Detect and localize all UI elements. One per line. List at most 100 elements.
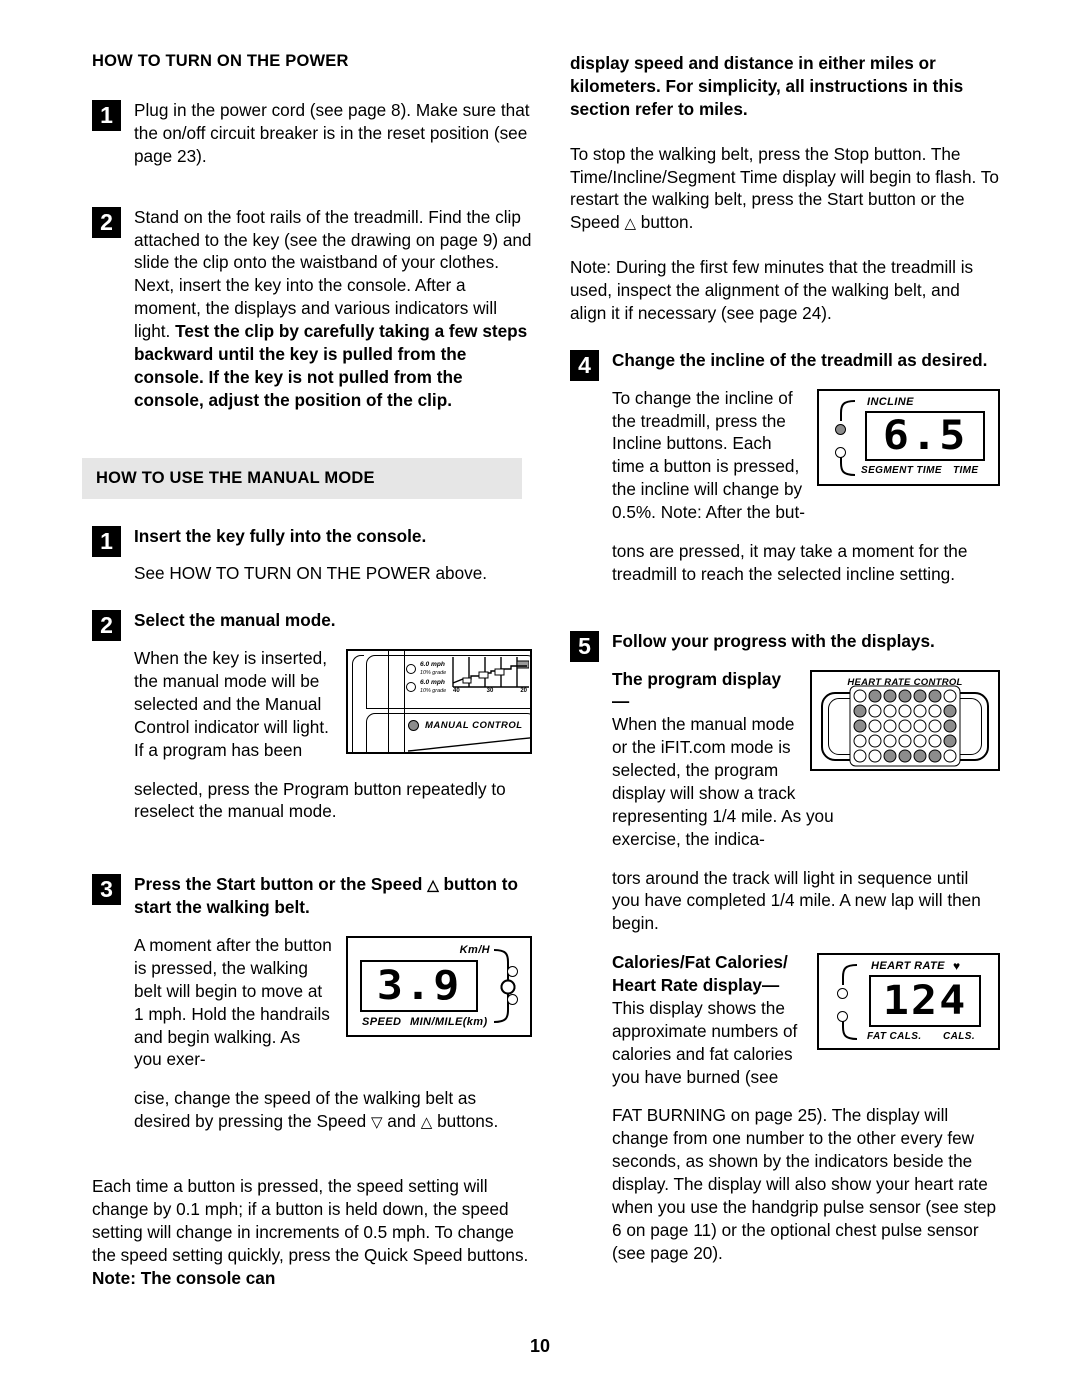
right-column: display speed and distance in either mil… [570,52,1000,1305]
track-led [913,749,927,763]
min-mile-indicator-led [507,994,518,1006]
power-step-2-bold: Test the clip by carefully taking a few … [134,321,528,410]
step-4-title: Change the incline of the treadmill as d… [612,349,988,370]
step-3-rest-b: and [382,1111,421,1132]
figure-speed-display: 3.9 Km/H SPEED MIN/MILE(km) [346,936,532,1038]
track-led [883,719,897,733]
speed-indicator-led [406,681,416,692]
calories-display-block: 124 HEART RATE ♥ FAT CALS. CALS. Calorie… [612,951,1000,1280]
indicator-row-2: 6.0 mph 10% grade [406,679,446,694]
manual-step-2: 2 Select the manual mode. 6.0 mph 10% gr… [92,609,532,839]
manual-step-3-title-a: Press the Start button or the Speed [134,874,428,895]
closing-plain: Each time a button is pressed, the speed… [92,1176,529,1265]
track-led [913,704,927,718]
track-led [898,704,912,718]
figure-heart-rate-display: 124 HEART RATE ♥ FAT CALS. CALS. [817,953,1000,1051]
step-number-badge: 1 [92,100,121,131]
track-led [883,689,897,703]
manual-step-2-body-rest: selected, press the Program button repea… [134,778,506,822]
manual-step-1-body: See HOW TO TURN ON THE POWER above. [134,563,488,584]
track-led [928,749,942,763]
alignment-note-paragraph: Note: During the first few minutes that … [570,257,974,323]
manual-step-3-body-wrapped: A moment after the button is pressed, th… [134,935,332,1070]
track-led [898,749,912,763]
profile-graph-scale: 40 30 20 [451,688,529,694]
track-led [898,689,912,703]
panel-left-edge [352,655,364,753]
power-step-2-text: Stand on the foot rails of the treadmill… [134,206,532,412]
continuation-paragraph: display speed and distance in either mil… [570,53,964,119]
track-led [928,719,942,733]
speed-value: 3.9 [376,963,462,1010]
manual-step-2-title: Select the manual mode. [134,610,336,631]
manual-step-3-title: Press the Start button or the Speed △ bu… [134,873,532,919]
track-led [868,689,882,703]
heart-rate-lcd-screen: 124 [869,975,981,1028]
program-display-wrapped: When the manual mode or the iFIT.com mod… [612,714,834,849]
speed-indicator-led [406,663,416,674]
track-led [853,704,867,718]
calories-wrapped: This display shows the approximate numbe… [612,997,798,1087]
scale-tick: 20 [520,688,527,695]
calories-lead-2: Heart Rate display— [612,975,780,996]
incline-indicator-led [835,423,846,435]
segment-time-label: SEGMENT TIME [861,464,942,476]
track-led [913,719,927,733]
step-number-badge: 2 [92,610,121,642]
track-led [853,689,867,703]
manual-control-label: MANUAL CONTROL [425,720,523,732]
power-step-2: 2 Stand on the foot rails of the treadmi… [92,206,532,412]
manual-control-indicator-row: MANUAL CONTROL [408,720,523,732]
left-column: HOW TO TURN ON THE POWER 1 Plug in the p… [82,52,532,1306]
page-number: 10 [529,1336,551,1356]
track-led [883,749,897,763]
section-heading-manual-mode: HOW TO USE THE MANUAL MODE [82,457,522,499]
track-led [943,719,957,733]
right-step-5: 5 Follow your progress with the displays… [570,630,1000,1281]
panel-contour-svg [407,737,530,752]
track-led [928,689,942,703]
stop-belt-paragraph: To stop the walking belt, press the Stop… [570,143,1000,235]
calories-paragraph: Calories/Fat Calories/Heart Rate display… [612,951,840,1088]
speed-led-bracket [493,949,516,1024]
figure-manual-control-panel: 6.0 mph 10% grade 6.0 mph 10% grade 40 3… [346,649,532,755]
time-label: TIME [953,464,979,476]
track-led [853,749,867,763]
manual-step-3: 3 Press the Start button or the Speed △ … [92,873,532,1149]
track-led [883,734,897,748]
section-heading-power: HOW TO TURN ON THE POWER [92,52,349,70]
speed-up-triangle-icon: △ [420,1114,433,1132]
heart-rate-value: 124 [882,978,968,1025]
speed-lcd-screen: 3.9 [360,960,478,1013]
figure-incline-display: 6.5 INCLINE SEGMENT TIME TIME [817,388,1000,486]
manual-step-1: 1 Insert the key fully into the console.… [92,525,532,586]
step-5-title: Follow your progress with the displays. [612,630,935,651]
manual-page: HOW TO TURN ON THE POWER 1 Plug in the p… [0,0,1080,1397]
track-led [943,749,957,763]
track-led [913,689,927,703]
track-led [868,734,882,748]
manual-control-led [408,720,419,732]
speed-unit-label: Km/H [459,944,490,957]
heart-icon: ♥ [953,959,961,974]
step-number-badge: 4 [570,349,599,381]
incline-lcd-screen: 6.5 [865,410,985,461]
step-4-body-wrapped: To change the incline of the treadmill, … [612,387,805,523]
track-led [913,734,927,748]
indicator-grade-label: 10% grade [420,687,447,694]
step-number-badge: 3 [92,874,121,906]
track-led [868,704,882,718]
track-led [853,734,867,748]
speed-up-triangle-icon: △ [427,877,439,895]
scale-tick: 30 [486,688,494,695]
fat-calories-label: FAT CALS. [867,1031,922,1043]
track-led [853,719,867,733]
panel-contour-curve [407,733,530,752]
calories-rest: FAT BURNING on page 25). The display wil… [612,1105,997,1263]
heart-rate-label: HEART RATE [871,960,945,973]
indicator-row-1: 6.0 mph 10% grade [406,661,446,676]
two-column-layout: HOW TO TURN ON THE POWER 1 Plug in the p… [82,52,1000,1306]
heart-rate-led-bracket [842,964,858,1041]
incline-led-bracket [840,399,856,476]
closing-bold: Note: The console can [92,1267,276,1288]
